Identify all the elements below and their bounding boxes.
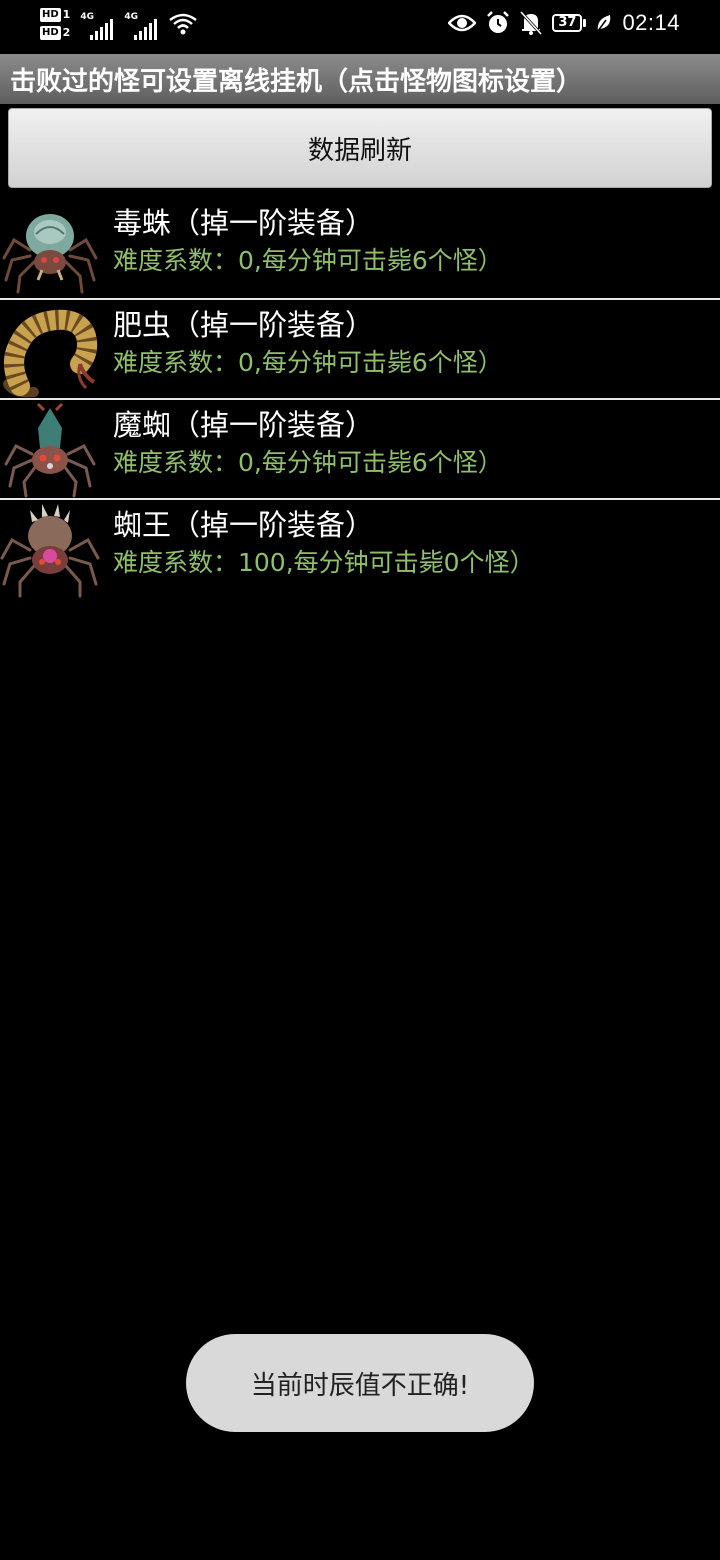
monster-name: 蜘王（掉一阶装备） bbox=[113, 508, 375, 542]
monster-difficulty-info: 难度系数：0,每分钟可击毙6个怪） bbox=[113, 448, 503, 477]
status-bar: HD 1 HD 2 4G 4G 37 02:14 bbox=[0, 0, 720, 52]
signal-strength-icon: 4G bbox=[80, 12, 114, 42]
fat-worm-icon[interactable] bbox=[0, 302, 100, 398]
monster-difficulty-info: 难度系数：0,每分钟可击毙6个怪） bbox=[113, 348, 503, 377]
monster-name: 肥虫（掉一阶装备） bbox=[113, 308, 375, 342]
refresh-data-button[interactable]: 数据刷新 bbox=[8, 108, 712, 188]
wifi-icon bbox=[169, 13, 198, 35]
poison-spider-icon[interactable] bbox=[0, 200, 100, 296]
monster-row: 肥虫（掉一阶装备） 难度系数：0,每分钟可击毙6个怪） bbox=[0, 298, 720, 398]
monster-difficulty-info: 难度系数：0,每分钟可击毙6个怪） bbox=[113, 246, 503, 275]
hd-indicators: HD 1 HD 2 bbox=[40, 8, 70, 40]
hd-label: HD bbox=[40, 8, 61, 22]
sim-number: 2 bbox=[62, 26, 71, 39]
spider-king-icon[interactable] bbox=[0, 502, 100, 598]
monster-difficulty-info: 难度系数：100,每分钟可击毙0个怪） bbox=[113, 548, 535, 577]
status-left-group: HD 1 HD 2 4G 4G bbox=[40, 8, 198, 42]
monster-name: 魔蜘（掉一阶装备） bbox=[113, 408, 375, 442]
bell-muted-icon bbox=[520, 11, 543, 35]
status-right-group: 37 02:14 bbox=[448, 10, 680, 36]
monster-row: 魔蜘（掉一阶装备） 难度系数：0,每分钟可击毙6个怪） bbox=[0, 398, 720, 498]
clock: 02:14 bbox=[622, 10, 680, 35]
sim-number: 1 bbox=[62, 8, 71, 21]
hd-label: HD bbox=[40, 26, 61, 40]
app-title-bar: 击败过的怪可设置离线挂机（点击怪物图标设置） bbox=[0, 54, 720, 104]
demon-spider-icon[interactable] bbox=[0, 402, 100, 498]
toast-message: 当前时辰值不正确! bbox=[186, 1334, 534, 1432]
alarm-icon bbox=[487, 11, 510, 33]
signal-strength-icon: 4G bbox=[124, 12, 158, 42]
monster-row: 蜘王（掉一阶装备） 难度系数：100,每分钟可击毙0个怪） bbox=[0, 498, 720, 598]
monster-list: 毒蛛（掉一阶装备） 难度系数：0,每分钟可击毙6个怪） 肥虫（掉一阶装备） 难度… bbox=[0, 198, 720, 598]
eye-icon bbox=[448, 14, 477, 32]
page-title: 击败过的怪可设置离线挂机（点击怪物图标设置） bbox=[10, 66, 583, 97]
battery-icon: 37 bbox=[552, 14, 587, 32]
leaf-icon bbox=[597, 15, 611, 32]
monster-name: 毒蛛（掉一阶装备） bbox=[113, 206, 375, 240]
sim1-hd-badge: HD 1 bbox=[40, 8, 70, 22]
sim2-hd-badge: HD 2 bbox=[40, 26, 70, 40]
monster-row: 毒蛛（掉一阶装备） 难度系数：0,每分钟可击毙6个怪） bbox=[0, 198, 720, 298]
